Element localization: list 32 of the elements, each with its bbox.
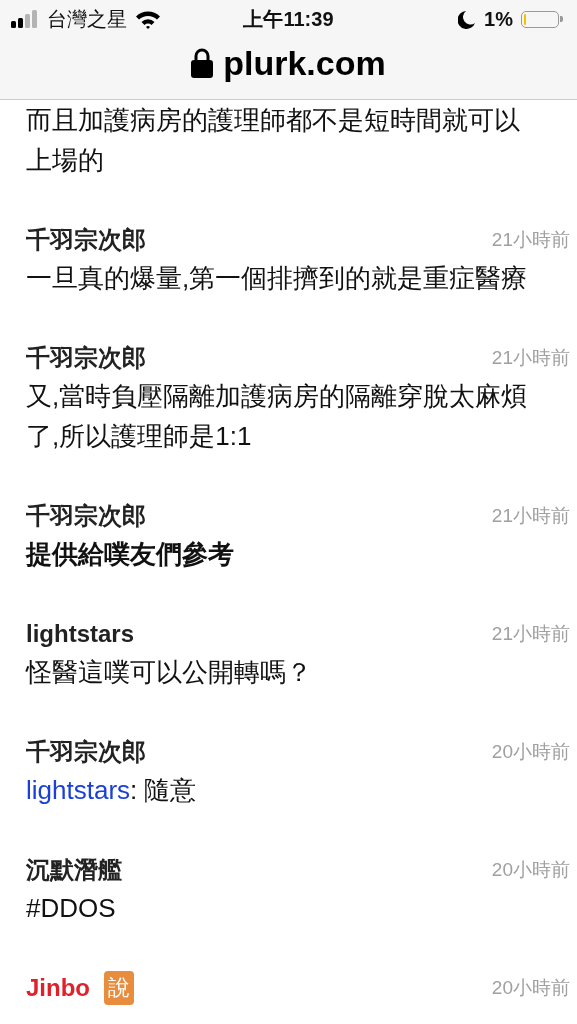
qualifier-badge: 說 <box>104 971 134 1005</box>
carrier-name: 台灣之星 <box>47 6 127 32</box>
timestamp: 20小時前 <box>491 858 570 882</box>
response-text: 又,當時負壓隔離加護病房的隔離穿脫太麻煩了,所以護理師是1:1 <box>26 381 528 451</box>
user-name[interactable]: 沉默潛艦 <box>26 854 122 886</box>
response-text: 一旦真的爆量,第一個排擠到的就是重症醫療 <box>26 263 528 293</box>
battery-icon <box>521 10 563 28</box>
mention-link[interactable]: lightstars <box>26 775 131 805</box>
moon-icon <box>458 9 477 29</box>
timestamp: 21小時前 <box>491 622 570 646</box>
user-name[interactable]: 千羽宗次郎 <box>26 500 146 532</box>
lock-icon <box>191 48 214 78</box>
user-name[interactable]: lightstars <box>26 620 135 648</box>
user-name[interactable]: 千羽宗次郎 <box>26 342 146 374</box>
url-text[interactable]: plurk.com <box>223 43 386 83</box>
response-text: 提供給噗友們參考 <box>26 539 234 569</box>
timestamp: 21小時前 <box>491 228 570 252</box>
response-text: : 隨意 <box>130 775 197 805</box>
timestamp: 20小時前 <box>491 740 570 764</box>
timestamp: 21小時前 <box>491 346 570 370</box>
timestamp: 21小時前 <box>491 504 570 528</box>
response-text: 而且加護病房的護理師都不是短時間就可以上場的 <box>26 104 521 177</box>
wifi-icon <box>135 9 161 29</box>
user-name[interactable]: 千羽宗次郎 <box>26 736 146 768</box>
response-text: 怪醫這噗可以公開轉嗎？ <box>26 657 312 687</box>
user-name[interactable]: Jinbo <box>26 974 90 1002</box>
timestamp: 20小時前 <box>491 976 570 1000</box>
clock-time: 上午11:39 <box>243 6 334 32</box>
signal-icon <box>11 10 39 28</box>
response-text: #DDOS <box>26 893 116 923</box>
user-name[interactable]: 千羽宗次郎 <box>26 224 146 256</box>
battery-percent: 1% <box>484 7 513 31</box>
